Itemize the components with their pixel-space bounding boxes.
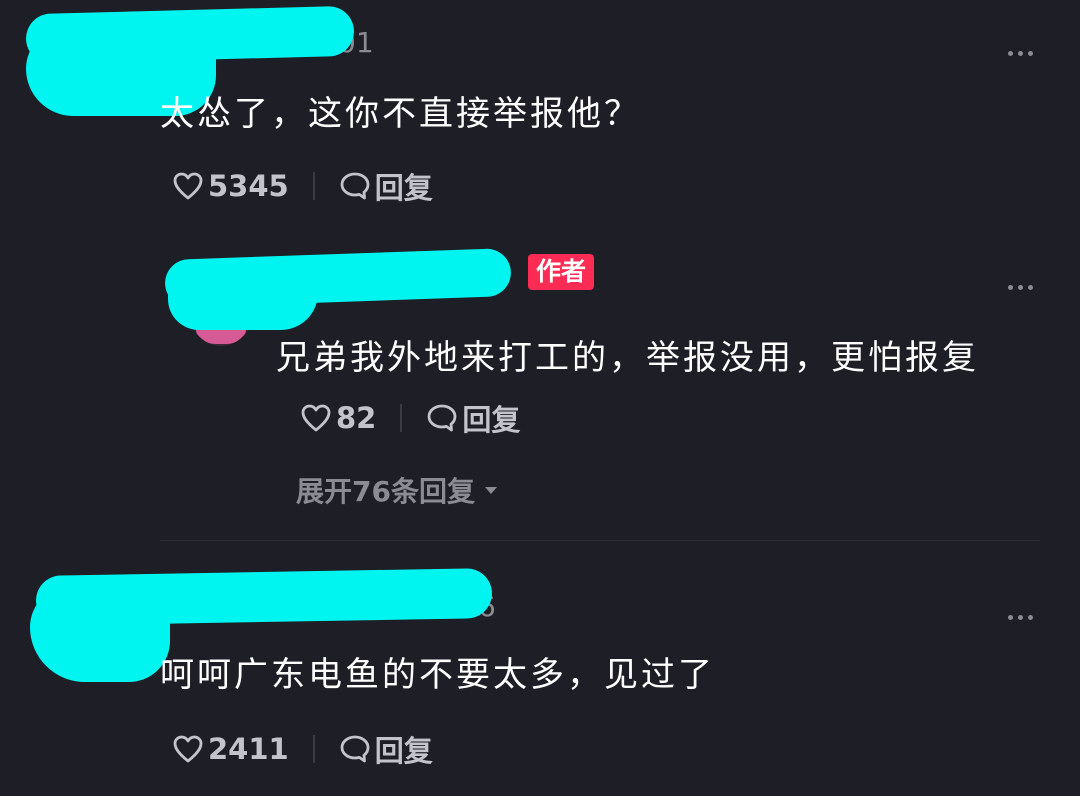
action-separator xyxy=(312,735,315,763)
comment-3-text: 呵呵广东电鱼的不要太多，见过了 xyxy=(160,655,715,695)
action-separator xyxy=(400,404,403,432)
speech-bubble-icon xyxy=(340,735,370,763)
speech-bubble-icon xyxy=(427,404,457,432)
heart-outline-icon xyxy=(173,172,203,200)
expand-replies-label: 展开76条回复 xyxy=(296,475,475,508)
comment-1-like-count: 5345 xyxy=(208,169,289,203)
heart-outline-icon xyxy=(301,404,331,432)
comment-1-more-button[interactable] xyxy=(1008,51,1033,56)
comment-3-like-count: 2411 xyxy=(208,732,289,766)
more-horizontal-icon xyxy=(1008,51,1013,56)
heart-outline-icon xyxy=(173,735,203,763)
comment-2-text: 兄弟我外地来打工的，举报没用，更怕报复 xyxy=(276,338,979,378)
comment-1-like-button[interactable]: 5345 xyxy=(172,169,289,203)
author-badge: 作者 xyxy=(528,254,595,290)
comment-3-actions: 2411 回复 xyxy=(172,729,433,769)
comment-2-reply-button[interactable]: 回复 xyxy=(426,397,520,439)
speech-bubble-icon xyxy=(340,172,370,200)
comment-3-reply-button[interactable]: 回复 xyxy=(339,728,433,770)
comment-2-like-count: 82 xyxy=(336,401,377,435)
comment-3-more-button[interactable] xyxy=(1008,615,1033,620)
comment-1-actions: 5345 回复 xyxy=(172,166,433,206)
more-horizontal-icon xyxy=(1008,615,1013,620)
comment-3-like-button[interactable]: 2411 xyxy=(172,732,289,766)
comment-1-text: 太怂了，这你不直接举报他？ xyxy=(160,94,641,134)
comment-3-reply-label: 回复 xyxy=(374,734,433,768)
action-separator xyxy=(312,172,315,200)
more-horizontal-icon xyxy=(1008,285,1013,290)
comment-2-more-button[interactable] xyxy=(1008,285,1033,290)
comment-2-like-button[interactable]: 82 xyxy=(300,401,376,435)
redaction-scribble xyxy=(168,268,318,330)
comment-1-reply-label: 回复 xyxy=(374,171,433,205)
caret-down-icon xyxy=(484,486,497,494)
comment-2-actions: 82 回复 xyxy=(300,398,520,438)
comment-2-reply-label: 回复 xyxy=(462,403,521,437)
comment-1-reply-button[interactable]: 回复 xyxy=(339,165,433,207)
expand-replies-button[interactable]: 展开76条回复 xyxy=(296,470,497,510)
comment-divider xyxy=(160,540,1040,541)
redaction-scribble xyxy=(30,586,170,682)
